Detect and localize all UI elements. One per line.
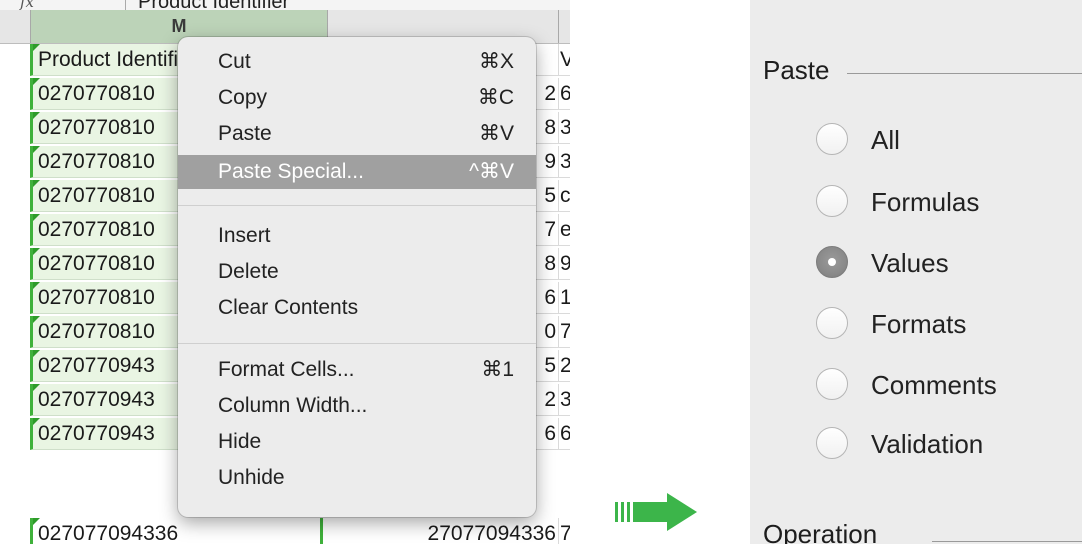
menu-item-paste[interactable]: Paste ⌘V	[178, 117, 536, 151]
column-header-o[interactable]	[558, 10, 570, 43]
cell-o[interactable]: 7	[558, 518, 570, 544]
cell-n[interactable]: 27077094336	[326, 518, 558, 544]
menu-item-shortcut: ⌘1	[481, 358, 514, 381]
cell-o[interactable]: c	[558, 180, 570, 212]
menu-item-unhide[interactable]: Unhide	[178, 461, 536, 495]
radio-option-formats[interactable]: Formats	[816, 299, 1076, 349]
cell-o[interactable]: 6	[558, 418, 570, 450]
menu-item-label: Clear Contents	[218, 296, 359, 319]
menu-item-shortcut: ⌘V	[478, 122, 514, 145]
radio-option-formulas[interactable]: Formulas	[816, 177, 1076, 227]
spreadsheet: fx Product Identifier M Product Identifi…	[0, 0, 570, 544]
section-divider	[932, 541, 1082, 542]
cell-o[interactable]: 1	[558, 282, 570, 314]
menu-item-copy[interactable]: Copy ⌘C	[178, 81, 536, 115]
radio-label: Validation	[871, 429, 984, 459]
menu-item-label: Insert	[218, 224, 271, 247]
menu-item-label: Unhide	[218, 466, 285, 489]
section-divider	[847, 73, 1082, 74]
radio-label: Formats	[871, 309, 967, 339]
cell-o[interactable]: e	[558, 214, 570, 246]
cell-o[interactable]: 2	[558, 350, 570, 382]
menu-item-format-cells[interactable]: Format Cells... ⌘1	[178, 353, 536, 387]
radio-button[interactable]	[816, 427, 848, 459]
right-arrow-icon	[615, 493, 697, 531]
menu-item-delete[interactable]: Delete	[178, 255, 536, 289]
radio-option-values[interactable]: Values	[816, 238, 1076, 288]
menu-item-label: Column Width...	[218, 394, 368, 417]
radio-button[interactable]	[816, 307, 848, 339]
menu-item-insert[interactable]: Insert	[178, 219, 536, 253]
operation-section-title: Operation	[763, 519, 878, 544]
menu-item-cut[interactable]: Cut ⌘X	[178, 45, 536, 79]
menu-item-label: Cut	[218, 50, 251, 73]
table-row: 027077094336 27077094336 7	[0, 518, 570, 544]
menu-item-label: Format Cells...	[218, 358, 355, 381]
menu-item-label: Copy	[218, 86, 268, 109]
radio-button[interactable]	[816, 185, 848, 217]
cell-o[interactable]: 7	[558, 316, 570, 348]
menu-item-column-width[interactable]: Column Width...	[178, 389, 536, 423]
cell-o[interactable]: 6	[558, 78, 570, 110]
radio-option-validation[interactable]: Validation	[816, 419, 1076, 469]
menu-item-label: Paste	[218, 122, 272, 145]
cell-m[interactable]: 027077094336	[30, 518, 323, 544]
menu-item-clear-contents[interactable]: Clear Contents	[178, 291, 536, 325]
menu-item-hide[interactable]: Hide	[178, 425, 536, 459]
formula-bar-divider	[125, 0, 126, 10]
paste-section-title: Paste	[763, 55, 830, 85]
radio-label: Comments	[871, 370, 997, 400]
menu-item-shortcut: ⌘X	[478, 50, 514, 73]
radio-label: Values	[871, 248, 949, 278]
radio-button[interactable]	[816, 123, 848, 155]
cell-o[interactable]: V	[558, 44, 570, 76]
menu-separator	[178, 205, 536, 206]
paste-special-dialog: Paste All Formulas Values Formats Commen…	[750, 0, 1082, 544]
menu-item-label: Delete	[218, 260, 279, 283]
menu-item-paste-special[interactable]: Paste Special... ^⌘V	[178, 155, 536, 189]
cell-o[interactable]: 3	[558, 384, 570, 416]
menu-separator	[178, 343, 536, 344]
menu-item-shortcut: ⌘C	[477, 86, 514, 109]
cell-o[interactable]: 3	[558, 146, 570, 178]
menu-item-shortcut: ^⌘V	[469, 160, 514, 183]
cell-o[interactable]: 9	[558, 248, 570, 280]
radio-label: Formulas	[871, 187, 980, 217]
radio-label: All	[871, 125, 900, 155]
radio-option-all[interactable]: All	[816, 115, 1076, 165]
radio-option-comments[interactable]: Comments	[816, 360, 1076, 410]
radio-button-selected[interactable]	[816, 246, 848, 278]
context-menu: Cut ⌘X Copy ⌘C Paste ⌘V Paste Special...…	[178, 37, 536, 517]
menu-item-label: Paste Special...	[218, 160, 364, 183]
radio-button[interactable]	[816, 368, 848, 400]
cell-o[interactable]: 3	[558, 112, 570, 144]
menu-item-label: Hide	[218, 430, 262, 453]
